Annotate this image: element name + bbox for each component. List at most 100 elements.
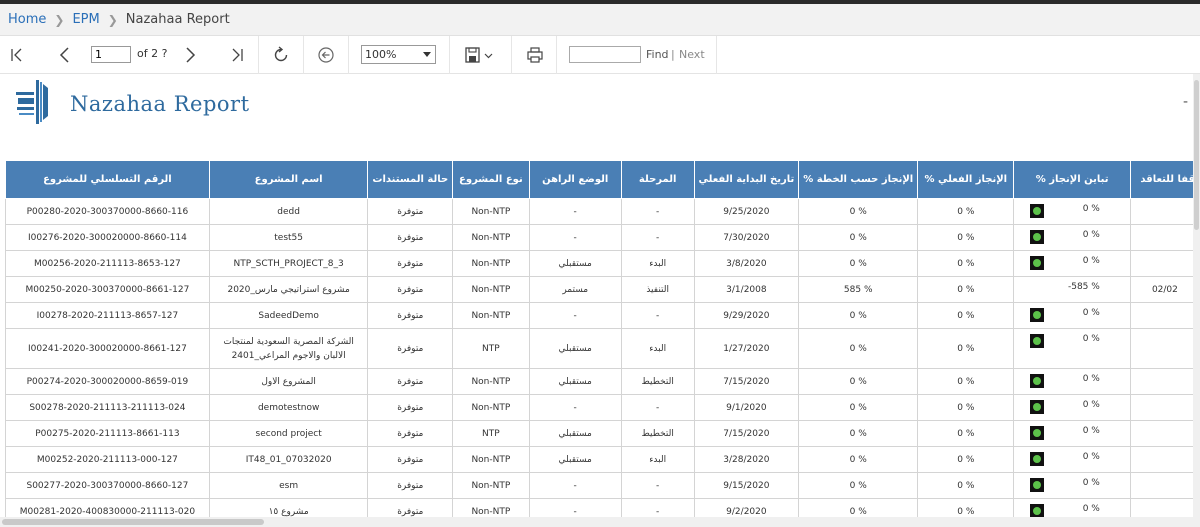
- toolbar-divider: [348, 36, 349, 74]
- status-indicator-icon: [1030, 426, 1045, 440]
- find-next-button[interactable]: Next: [679, 48, 705, 61]
- current-status-cell: مستقبلي: [528, 368, 622, 395]
- column-header: نوع المشروع: [452, 160, 530, 199]
- next-page-button[interactable]: [179, 36, 201, 74]
- current-status-cell: مستقبلي: [528, 250, 622, 277]
- contract-cell: [1129, 198, 1200, 225]
- table-row: M00252-2020-211113-000-127 IT48_01_070320…: [5, 446, 1200, 473]
- current-status-cell: مستقبلي: [528, 446, 622, 473]
- project-name-cell: المشروع الاول: [208, 368, 369, 395]
- contract-cell: [1129, 420, 1200, 447]
- vertical-scrollbar-thumb[interactable]: [1194, 80, 1199, 230]
- report-title: Nazahaa Report: [70, 92, 250, 116]
- variance-cell: 0 %: [1013, 446, 1131, 473]
- current-status-cell: -: [528, 198, 622, 225]
- find-button[interactable]: Find: [646, 48, 669, 61]
- status-indicator-icon: [1030, 334, 1045, 348]
- last-page-button[interactable]: [226, 36, 248, 74]
- previous-page-button[interactable]: [54, 36, 76, 74]
- contract-cell: 02/02: [1129, 276, 1200, 303]
- find-input[interactable]: [569, 46, 641, 63]
- actual-progress-cell: 0 %: [917, 394, 1015, 421]
- breadcrumb-home[interactable]: Home: [8, 12, 46, 27]
- contract-cell: [1129, 446, 1200, 473]
- contract-cell: [1129, 302, 1200, 329]
- current-status-cell: مستقبلي: [528, 420, 622, 447]
- project-type-cell: Non-NTP: [452, 224, 530, 251]
- back-button[interactable]: [315, 36, 337, 74]
- phase-cell: -: [620, 472, 695, 499]
- page-dash: -: [1183, 94, 1189, 110]
- variance-cell: 0 %: [1013, 302, 1131, 329]
- save-icon: [465, 47, 493, 63]
- breadcrumb: Home ❯ EPM ❯ Nazahaa Report: [0, 4, 1200, 36]
- current-status-cell: -: [528, 302, 622, 329]
- current-status-cell: -: [528, 224, 622, 251]
- status-indicator-icon: [1030, 308, 1045, 322]
- project-serial-cell: M00256-2020-211113-8653-127: [5, 250, 210, 277]
- refresh-button[interactable]: [270, 36, 292, 74]
- project-type-cell: Non-NTP: [452, 198, 530, 225]
- actual-progress-cell: 0 %: [917, 276, 1015, 303]
- phase-cell: البدء: [620, 328, 695, 369]
- save-export-button[interactable]: [462, 36, 498, 74]
- actual-start-cell: 1/27/2020: [693, 328, 800, 369]
- current-status-cell: -: [528, 472, 622, 499]
- variance-cell: 0 %: [1013, 368, 1131, 395]
- variance-value: 0 %: [1082, 374, 1100, 384]
- actual-progress-cell: 0 %: [917, 328, 1015, 369]
- project-type-cell: Non-NTP: [452, 276, 530, 303]
- variance-value: 0 %: [1082, 308, 1100, 318]
- print-button[interactable]: [524, 36, 546, 74]
- phase-cell: -: [620, 394, 695, 421]
- project-name-cell: esm: [208, 472, 369, 499]
- column-header: تباين الإنجاز %: [1013, 160, 1131, 199]
- planned-progress-cell: 0 %: [798, 472, 919, 499]
- docs-status-cell: متوفرة: [367, 420, 454, 447]
- variance-cell: 0 %: [1013, 224, 1131, 251]
- toolbar-divider: [303, 36, 304, 74]
- project-name-cell: IT48_01_07032020: [208, 446, 369, 473]
- docs-status-cell: متوفرة: [367, 394, 454, 421]
- column-header: حالة المستندات: [367, 160, 454, 199]
- table-row: P00275-2020-211113-8661-113 second projec…: [5, 420, 1200, 447]
- table-row: I00241-2020-300020000-8661-127 الشركة الم…: [5, 328, 1200, 369]
- project-serial-cell: I00241-2020-300020000-8661-127: [5, 328, 210, 369]
- project-type-cell: NTP: [452, 328, 530, 369]
- contract-cell: [1129, 250, 1200, 277]
- status-indicator-icon: [1030, 452, 1045, 466]
- phase-cell: البدء: [620, 446, 695, 473]
- chevron-down-icon: [423, 52, 431, 57]
- current-status-cell: مستمر: [528, 276, 622, 303]
- planned-progress-cell: 0 %: [798, 198, 919, 225]
- actual-start-cell: 3/28/2020: [693, 446, 800, 473]
- project-serial-cell: S00277-2020-300370000-8660-127: [5, 472, 210, 499]
- zoom-value: 100%: [365, 48, 397, 61]
- logo-icon: [16, 80, 48, 124]
- table-row: P00280-2020-300370000-8660-116 dedd متوفرة…: [5, 198, 1200, 225]
- variance-value: 0 %: [1082, 334, 1100, 344]
- page-number-input[interactable]: [91, 46, 131, 63]
- project-type-cell: Non-NTP: [452, 250, 530, 277]
- project-serial-cell: P00275-2020-211113-8661-113: [5, 420, 210, 447]
- actual-progress-cell: 0 %: [917, 198, 1015, 225]
- breadcrumb-epm[interactable]: EPM: [72, 12, 99, 27]
- project-serial-cell: I00278-2020-211113-8657-127: [5, 302, 210, 329]
- project-name-cell: dedd: [208, 198, 369, 225]
- variance-value: 0 %: [1082, 256, 1100, 266]
- table-row: I00276-2020-300020000-8660-114 test55 متوف…: [5, 224, 1200, 251]
- actual-start-cell: 7/30/2020: [693, 224, 800, 251]
- toolbar-divider: [258, 36, 259, 74]
- contract-cell: [1129, 472, 1200, 499]
- first-page-button[interactable]: [6, 36, 28, 74]
- find-separator: |: [671, 48, 675, 61]
- variance-value: 0 %: [1082, 204, 1100, 214]
- project-serial-cell: P00274-2020-300020000-8659-019: [5, 368, 210, 395]
- variance-cell: 0 %: [1013, 420, 1131, 447]
- status-indicator-icon: [1030, 478, 1045, 492]
- horizontal-scrollbar-thumb[interactable]: [2, 519, 264, 525]
- actual-start-cell: 9/29/2020: [693, 302, 800, 329]
- zoom-select[interactable]: 100%: [361, 45, 436, 64]
- docs-status-cell: متوفرة: [367, 224, 454, 251]
- actual-start-cell: 7/15/2020: [693, 420, 800, 447]
